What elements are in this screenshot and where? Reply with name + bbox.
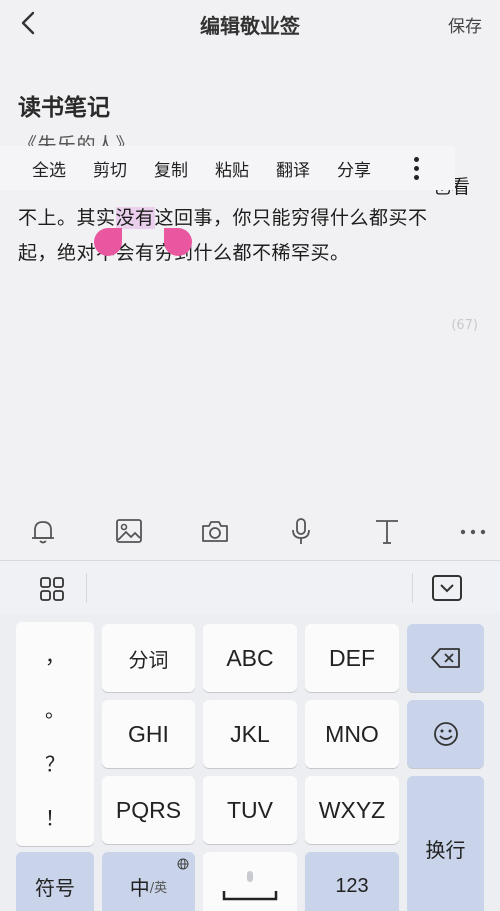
emoji-key[interactable] bbox=[407, 700, 484, 768]
chevron-down-icon bbox=[440, 584, 454, 593]
selection-end-handle[interactable] bbox=[164, 228, 192, 256]
menu-select-all[interactable]: 全选 bbox=[32, 156, 66, 181]
note-line-2[interactable]: 不上。其实没有这回事，你只能穷得什么都买不 bbox=[18, 203, 428, 230]
key-ghi[interactable]: GHI bbox=[102, 700, 195, 768]
keyboard-menu-grid-icon[interactable] bbox=[38, 575, 66, 603]
character-count: (67) bbox=[451, 318, 478, 333]
text-context-menu: 全选 剪切 复制 粘贴 翻译 分享 bbox=[0, 146, 455, 190]
camera-icon[interactable] bbox=[200, 516, 230, 546]
symbol-key[interactable]: 符号 bbox=[16, 852, 94, 911]
menu-translate[interactable]: 翻译 bbox=[276, 156, 310, 181]
backspace-icon bbox=[430, 648, 460, 668]
selected-text[interactable]: 没有 bbox=[115, 207, 155, 229]
key-segment[interactable]: 分词 bbox=[102, 624, 195, 692]
punctuation-list[interactable]: ， 。 ？ ！ bbox=[16, 622, 94, 846]
globe-icon bbox=[177, 858, 189, 870]
image-icon[interactable] bbox=[114, 516, 144, 546]
punct-comma[interactable]: ， bbox=[16, 640, 94, 669]
menu-copy[interactable]: 复制 bbox=[154, 156, 188, 181]
page-title: 编辑敬业签 bbox=[200, 14, 300, 38]
menu-cut[interactable]: 剪切 bbox=[93, 156, 127, 181]
save-button[interactable]: 保存 bbox=[448, 12, 482, 37]
note-title[interactable]: 读书笔记 bbox=[18, 88, 110, 122]
key-abc[interactable]: ABC bbox=[203, 624, 297, 692]
text-format-icon[interactable] bbox=[372, 516, 402, 546]
divider bbox=[412, 573, 413, 603]
text-before-selection: 不上。其实 bbox=[18, 207, 116, 229]
collapse-keyboard-button[interactable] bbox=[432, 575, 462, 601]
language-switch-key[interactable]: 中/英 bbox=[102, 852, 195, 911]
backspace-key[interactable] bbox=[407, 624, 484, 692]
lang-main-label: 中 bbox=[129, 875, 150, 900]
menu-paste[interactable]: 粘贴 bbox=[215, 156, 249, 181]
lang-sub-label: /英 bbox=[149, 880, 168, 896]
key-tuv[interactable]: TUV bbox=[203, 776, 297, 844]
menu-share[interactable]: 分享 bbox=[337, 156, 371, 181]
key-def[interactable]: DEF bbox=[305, 624, 399, 692]
number-key[interactable]: 123 bbox=[305, 852, 399, 911]
punct-period[interactable]: 。 bbox=[16, 694, 94, 723]
key-mno[interactable]: MNO bbox=[305, 700, 399, 768]
space-mic-icon bbox=[222, 871, 278, 901]
enter-key[interactable]: 换行 bbox=[407, 776, 484, 911]
punct-question[interactable]: ？ bbox=[16, 748, 94, 777]
smiley-icon bbox=[433, 722, 458, 746]
top-bar: 编辑敬业签 保存 bbox=[0, 0, 500, 46]
key-wxyz[interactable]: WXYZ bbox=[305, 776, 399, 844]
selection-start-handle[interactable] bbox=[94, 228, 122, 256]
divider bbox=[86, 573, 87, 603]
bell-icon[interactable] bbox=[28, 516, 58, 546]
more-icon[interactable] bbox=[458, 516, 488, 546]
menu-more-icon[interactable] bbox=[409, 156, 423, 182]
key-pqrs[interactable]: PQRS bbox=[102, 776, 195, 844]
microphone-icon[interactable] bbox=[286, 516, 316, 546]
keyboard-toolbar bbox=[0, 560, 500, 614]
key-jkl[interactable]: JKL bbox=[203, 700, 297, 768]
punct-exclamation[interactable]: ！ bbox=[16, 802, 94, 831]
text-after-selection: 这回事，你只能穷得什么都买不 bbox=[154, 207, 428, 229]
keyboard: ， 。 ？ ！ 分词 ABC DEF GHI JKL MNO PQRS TUV … bbox=[0, 560, 500, 911]
space-key[interactable] bbox=[203, 852, 297, 911]
